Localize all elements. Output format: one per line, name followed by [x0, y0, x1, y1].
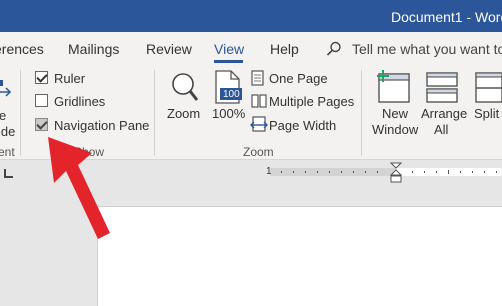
search-icon	[326, 41, 341, 56]
one-page-icon	[251, 70, 264, 86]
zoom-100-badge: 100	[223, 89, 240, 100]
navigation-pane-checkbox[interactable]	[35, 118, 48, 131]
ruler-checkbox[interactable]	[35, 71, 48, 84]
indent-marker[interactable]	[390, 162, 402, 184]
zoom-icon[interactable]	[166, 70, 200, 104]
ruler-label: Ruler	[54, 71, 86, 86]
document-page[interactable]	[97, 206, 502, 306]
tab-references[interactable]: erences	[0, 41, 44, 57]
tab-mailings[interactable]: Mailings	[68, 41, 119, 57]
partial-label-2: ide	[0, 124, 16, 139]
new-window-label-2: Window	[372, 122, 419, 137]
title-bar: Document1 - Word	[0, 0, 502, 32]
arrange-all-icon[interactable]	[425, 70, 459, 104]
new-window-icon[interactable]	[374, 70, 410, 104]
tab-stop-selector[interactable]	[4, 169, 13, 178]
one-page-button[interactable]: One Page	[269, 71, 328, 86]
gridlines-label: Gridlines	[54, 94, 106, 109]
tab-view[interactable]: View	[214, 41, 244, 57]
partial-view-icon	[0, 80, 12, 97]
page-width-button[interactable]: Page Width	[269, 118, 336, 133]
group-separator	[154, 70, 155, 156]
split-label: Split	[474, 106, 500, 121]
arrange-all-label-1: Arrange	[421, 106, 468, 121]
multiple-pages-button[interactable]: Multiple Pages	[269, 94, 354, 109]
tell-me-search[interactable]: Tell me what you want to	[352, 41, 502, 57]
group-separator	[361, 70, 362, 156]
tab-review[interactable]: Review	[146, 41, 192, 57]
gridlines-checkbox[interactable]	[35, 94, 48, 107]
zoom-label: Zoom	[167, 106, 201, 121]
navigation-pane-label: Navigation Pane	[54, 118, 150, 133]
page-width-icon	[250, 116, 268, 132]
partial-label-1: e	[0, 108, 7, 123]
split-icon[interactable]	[474, 70, 502, 104]
zoom-100-label: 100%	[212, 106, 246, 121]
ruler-ticks	[281, 171, 378, 173]
multiple-pages-icon	[251, 94, 267, 108]
ruler-number: 1	[266, 166, 272, 177]
group-separator	[20, 70, 21, 156]
new-window-label-1: New	[382, 106, 409, 121]
tab-help[interactable]: Help	[270, 41, 299, 57]
ruler-ticks-right	[412, 170, 497, 174]
active-tab-indicator	[214, 60, 243, 63]
window-title: Document1 - Word	[391, 9, 502, 25]
partial-group-label: ent	[0, 145, 15, 159]
arrange-all-label-2: All	[434, 122, 449, 137]
annotation-arrow-icon	[48, 137, 110, 239]
zoom-group-label: Zoom	[243, 145, 274, 159]
